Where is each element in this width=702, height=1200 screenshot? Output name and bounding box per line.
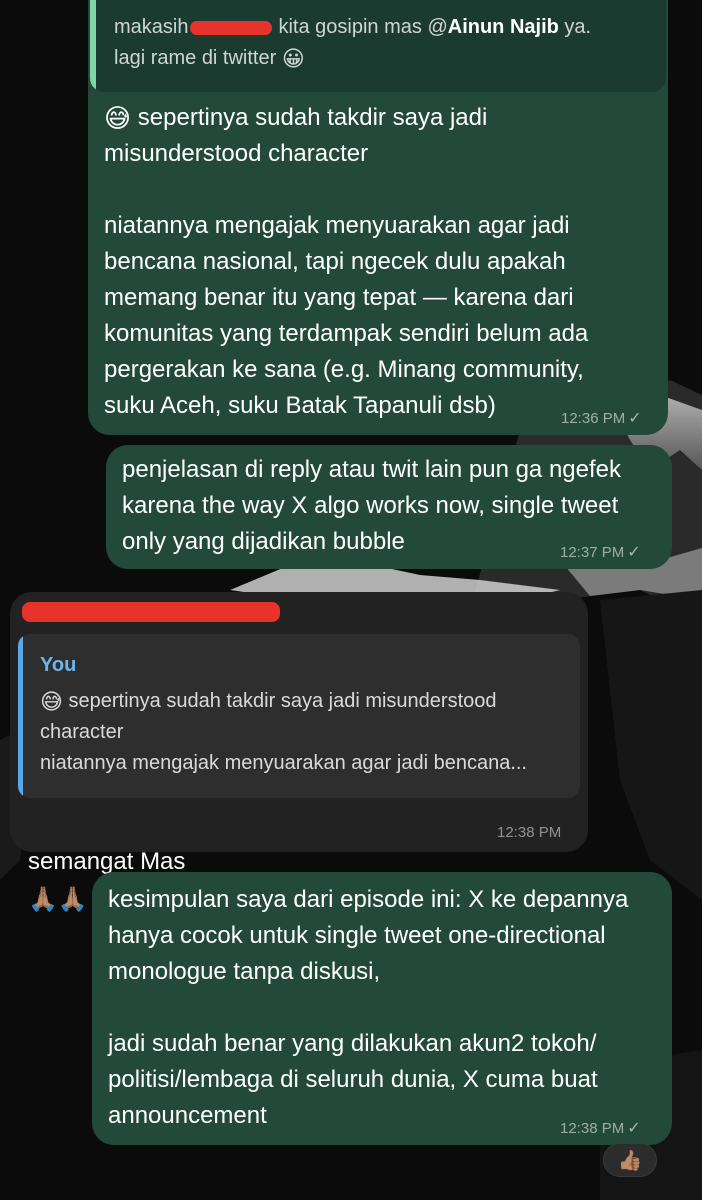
sender-name-redacted [22, 602, 280, 622]
quote-line-text: sepertinya sudah takdir saya jadi misund… [62, 690, 497, 712]
reply-quote[interactable]: You 😅 sepertinya sudah takdir saya jadi … [18, 634, 580, 798]
quote-text-part: ya. [558, 16, 592, 38]
message-timestamp: 12:38 PM [497, 824, 561, 841]
message-text: kesimpulan saya dari episode ini: X ke d… [108, 886, 629, 1129]
message-timestamp: 12:38 PM ✓ [560, 1118, 641, 1138]
sweat-smile-emoji: 😅 [40, 689, 63, 714]
time-label: 12:37 PM [560, 543, 625, 561]
read-check-icon: ✓ [627, 1120, 641, 1137]
time-label: 12:36 PM [561, 409, 626, 427]
time-label: 12:38 PM [560, 1119, 625, 1137]
time-label: 12:38 PM [497, 824, 562, 841]
folded-hands-emoji: 🙏🏽🙏🏽 [28, 886, 88, 913]
redaction-mark [190, 20, 273, 35]
thumbs-up-icon: 👍🏽 [617, 1149, 643, 1172]
message-text-line: sepertinya sudah takdir saya jadi [137, 104, 488, 131]
quote-line: character [40, 721, 124, 743]
quote-text: makasih kita gosipin mas @Ainun Najib ya.… [114, 12, 591, 74]
quote-accent-bar [90, 0, 96, 92]
quote-sender-name: You [40, 654, 77, 676]
sweat-smile-emoji: 😅 [104, 103, 132, 133]
chat-screen: makasih kita gosipin mas @Ainun Najib ya.… [0, 0, 702, 1200]
quote-text-part: kita gosipin mas @ [278, 16, 448, 38]
reply-quote[interactable]: makasih kita gosipin mas @Ainun Najib ya.… [90, 0, 666, 92]
message-timestamp: 12:36 PM ✓ [561, 408, 642, 428]
quote-text-part: makasih [114, 16, 189, 38]
quote-accent-bar [18, 634, 23, 798]
mention-link[interactable]: Ainun Najib [448, 16, 559, 38]
message-text: 😅 sepertinya sudah takdir saya jadi misu… [104, 100, 664, 424]
read-check-icon: ✓ [627, 544, 641, 561]
grinning-emoji: 😀 [281, 46, 305, 71]
thumbs-up-reaction[interactable]: 👍🏽 [603, 1143, 657, 1177]
message-timestamp: 12:37 PM ✓ [560, 542, 641, 562]
quote-line: 😅 sepertinya sudah takdir saya jadi misu… [40, 686, 497, 717]
quote-text-part: lagi rame di twitter [114, 47, 277, 69]
message-text-line: semangat Mas [28, 848, 186, 875]
read-check-icon: ✓ [628, 410, 642, 427]
quote-line: niatannya mengajak menyuarakan agar jadi… [40, 752, 527, 774]
message-text-rest: misunderstood character niatannya mengaj… [104, 140, 589, 419]
